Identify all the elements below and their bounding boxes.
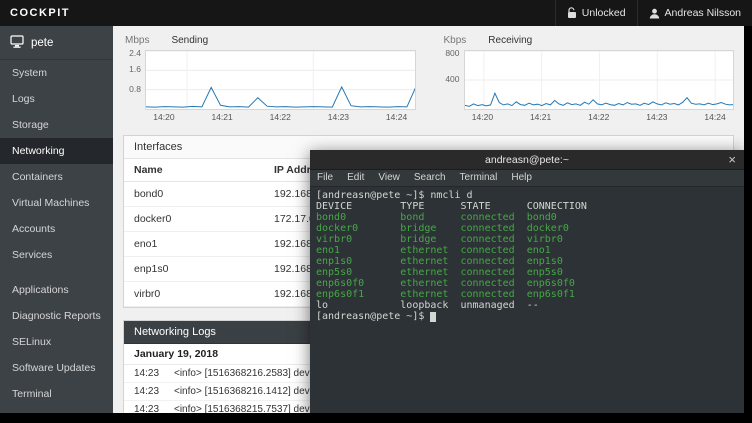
sidebar-item-storage[interactable]: Storage xyxy=(0,112,113,138)
chart-unit-label: Kbps xyxy=(444,35,467,46)
chart-y-axis-labels: 400800 xyxy=(442,50,464,110)
terminal-title: andreasn@pete:~ xyxy=(485,154,569,166)
log-time: 14:23 xyxy=(134,386,162,397)
log-message: <info> [1516368216.2583] device xyxy=(174,368,322,379)
chart-x-axis-labels: 14:2014:2114:2214:2314:24 xyxy=(464,110,735,123)
sidebar-item-networking[interactable]: Networking xyxy=(0,138,113,164)
chart-receiving: Kbps Receiving 40080014:2014:2114:2214:231… xyxy=(442,34,735,123)
chart-y-axis-labels: 0.81.62.4 xyxy=(123,50,145,110)
terminal-line: bond0 bond connected bond0 xyxy=(316,212,738,223)
chart-title: Sending xyxy=(171,35,208,46)
chart-x-axis-labels: 14:2014:2114:2214:2314:24 xyxy=(145,110,416,123)
terminal-line: enp1s0 ethernet connected enp1s0 xyxy=(316,256,738,267)
server-icon xyxy=(10,35,24,51)
sidebar-item-logs[interactable]: Logs xyxy=(0,86,113,112)
terminal-menu-view[interactable]: View xyxy=(371,170,407,186)
topbar: COCKPIT Unlocked Andreas Nilsson xyxy=(0,0,752,26)
interface-name[interactable]: eno1 xyxy=(124,232,264,257)
unlocked-button[interactable]: Unlocked xyxy=(555,0,637,26)
log-message: <info> [1516368215.7537] device xyxy=(174,404,322,413)
interface-name[interactable]: enp1s0 xyxy=(124,257,264,282)
terminal-line: eno1 ethernet connected eno1 xyxy=(316,245,738,256)
sidebar-item-applications[interactable]: Applications xyxy=(0,277,113,303)
sidebar-nav: SystemLogsStorageNetworkingContainersVir… xyxy=(0,60,113,407)
chart-plot-area xyxy=(145,50,416,110)
letterbox-bottom xyxy=(0,413,752,423)
chart-unit-label: Mbps xyxy=(125,35,149,46)
sidebar-item-services[interactable]: Services xyxy=(0,242,113,268)
chart-sending: Mbps Sending 0.81.62.414:2014:2114:2214:23… xyxy=(123,34,416,123)
sidebar-item-software-updates[interactable]: Software Updates xyxy=(0,355,113,381)
sidebar-item-virtual-machines[interactable]: Virtual Machines xyxy=(0,190,113,216)
host-selector[interactable]: pete xyxy=(0,26,113,60)
network-traffic-charts: MbpsSending0.81.62.414:2014:2114:2214:23… xyxy=(113,26,744,123)
sidebar-item-accounts[interactable]: Accounts xyxy=(0,216,113,242)
sidebar-item-diagnostic-reports[interactable]: Diagnostic Reports xyxy=(0,303,113,329)
terminal-menu-file[interactable]: File xyxy=(310,170,340,186)
sidebar: pete SystemLogsStorageNetworkingContaine… xyxy=(0,26,113,413)
interface-name[interactable]: bond0 xyxy=(124,182,264,207)
sidebar-item-containers[interactable]: Containers xyxy=(0,164,113,190)
log-message: <info> [1516368216.1412] device xyxy=(174,386,322,397)
terminal-line: [andreasn@pete ~]$ xyxy=(316,311,738,322)
column-header-name: Name xyxy=(124,159,264,182)
terminal-menu-terminal[interactable]: Terminal xyxy=(453,170,505,186)
user-name-label: Andreas Nilsson xyxy=(665,7,741,19)
terminal-line: enp6s0f0 ethernet connected enp6s0f0 xyxy=(316,278,738,289)
terminal-line: [andreasn@pete ~]$ nmcli d xyxy=(316,190,738,201)
sidebar-item-system[interactable]: System xyxy=(0,60,113,86)
cockpit-logo[interactable]: COCKPIT xyxy=(10,7,70,19)
terminal-menubar: FileEditViewSearchTerminalHelp xyxy=(310,170,744,187)
log-time: 14:23 xyxy=(134,404,162,413)
sidebar-item-terminal[interactable]: Terminal xyxy=(0,381,113,407)
interface-name[interactable]: docker0 xyxy=(124,207,264,232)
terminal-cursor xyxy=(430,312,436,322)
terminal-menu-edit[interactable]: Edit xyxy=(340,170,371,186)
terminal-menu-help[interactable]: Help xyxy=(504,170,539,186)
letterbox-right xyxy=(744,26,752,423)
terminal-line: docker0 bridge connected docker0 xyxy=(316,223,738,234)
terminal-line: lo loopback unmanaged -- xyxy=(316,300,738,311)
topbar-actions: Unlocked Andreas Nilsson xyxy=(555,0,752,26)
unlocked-label: Unlocked xyxy=(582,7,626,19)
terminal-line: enp6s0f1 ethernet connected enp6s0f1 xyxy=(316,289,738,300)
interface-name[interactable]: virbr0 xyxy=(124,282,264,307)
host-name: pete xyxy=(31,37,53,49)
chart-title: Receiving xyxy=(488,35,532,46)
user-menu-button[interactable]: Andreas Nilsson xyxy=(637,0,752,26)
terminal-window: andreasn@pete:~ × FileEditViewSearchTerm… xyxy=(310,150,744,423)
terminal-menu-search[interactable]: Search xyxy=(407,170,453,186)
close-icon[interactable]: × xyxy=(728,151,736,169)
terminal-titlebar[interactable]: andreasn@pete:~ × xyxy=(310,150,744,170)
user-icon xyxy=(649,8,660,19)
sidebar-item-selinux[interactable]: SELinux xyxy=(0,329,113,355)
terminal-line: virbr0 bridge connected virbr0 xyxy=(316,234,738,245)
terminal-line: DEVICE TYPE STATE CONNECTION xyxy=(316,201,738,212)
log-time: 14:23 xyxy=(134,368,162,379)
terminal-output[interactable]: [andreasn@pete ~]$ nmcli dDEVICE TYPE ST… xyxy=(310,187,744,422)
unlock-icon xyxy=(567,7,577,19)
terminal-line: enp5s0 ethernet connected enp5s0 xyxy=(316,267,738,278)
chart-plot-area xyxy=(464,50,735,110)
